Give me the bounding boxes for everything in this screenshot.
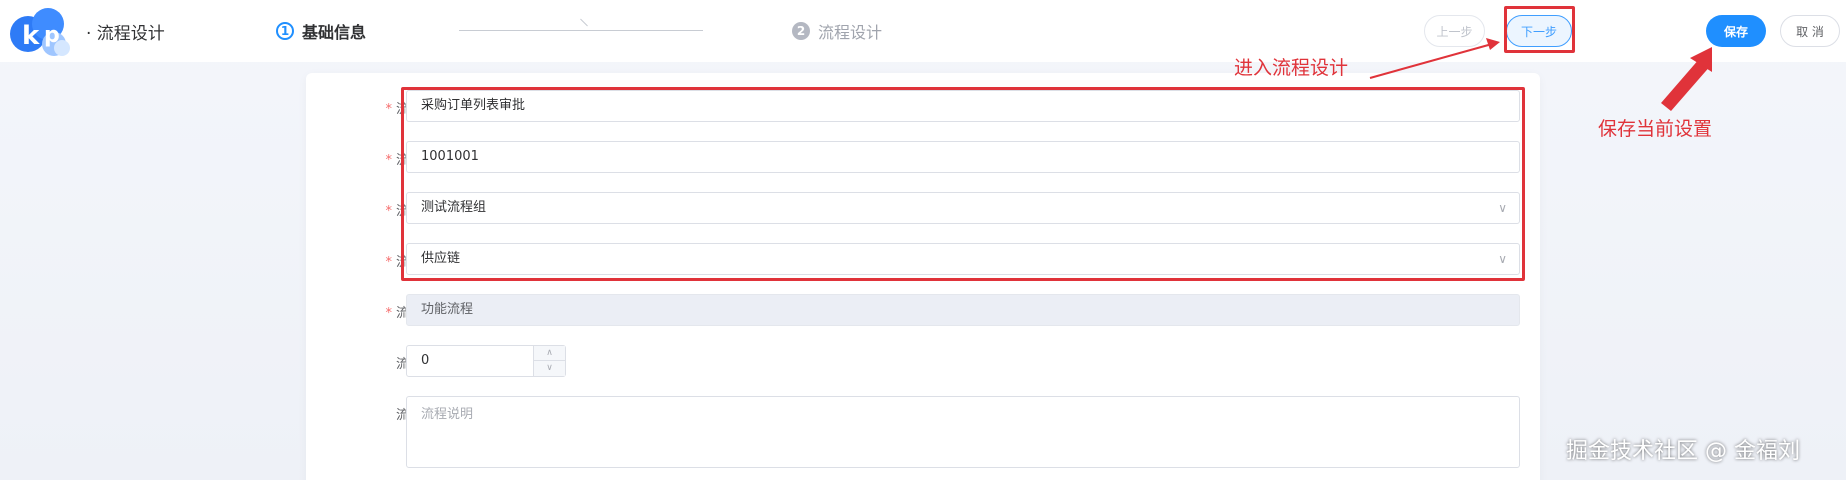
watermark-text: 掘金技术社区 @ 金福刘 xyxy=(1566,439,1800,464)
next-step-button[interactable]: 下一步 xyxy=(1506,15,1572,47)
step-connector xyxy=(459,30,703,31)
prev-step-button[interactable]: 上一步 xyxy=(1424,15,1485,47)
required-mark: * xyxy=(385,204,392,219)
form-row-category: *流程分类 供应链 ∨ xyxy=(306,243,1540,277)
form-card: *流程名称 采购订单列表审批 *流程编码 1001001 *流程分组 测试流程组… xyxy=(306,73,1540,480)
stepper-value: 0 xyxy=(421,353,430,368)
required-mark: * xyxy=(385,306,392,321)
chevron-up-icon[interactable]: ∧ xyxy=(534,346,565,361)
save-settings-annotation: 保存当前设置 xyxy=(1598,118,1713,140)
step-label: 基础信息 xyxy=(302,23,367,42)
save-button[interactable]: 保存 xyxy=(1706,15,1766,47)
form-row-code: *流程编码 1001001 xyxy=(306,141,1540,175)
step-basic-info[interactable]: 1 基础信息 xyxy=(276,19,366,43)
flow-type-input: 功能流程 xyxy=(406,294,1520,326)
form-row-name: *流程名称 采购订单列表审批 xyxy=(306,90,1540,124)
stepper-controls: ∧ ∨ xyxy=(533,346,565,376)
select-value: 测试流程组 xyxy=(421,200,487,215)
required-mark: * xyxy=(385,153,392,168)
step-number: 2 xyxy=(792,22,810,40)
form-row-sort: 流程排序 0 ∧ ∨ xyxy=(306,345,1540,379)
chevron-down-icon: ∨ xyxy=(1498,252,1507,266)
enter-design-annotation: 进入流程设计 xyxy=(1234,57,1349,79)
required-mark: * xyxy=(385,102,392,117)
flow-group-select[interactable]: 测试流程组 ∨ xyxy=(406,192,1520,224)
svg-text:p: p xyxy=(44,23,60,48)
flow-category-select[interactable]: 供应链 ∨ xyxy=(406,243,1520,275)
chevron-down-icon[interactable]: ∨ xyxy=(534,361,565,376)
sort-order-stepper[interactable]: 0 ∧ ∨ xyxy=(406,345,566,377)
step-number: 1 xyxy=(276,22,294,40)
select-value: 供应链 xyxy=(421,251,461,266)
cancel-button[interactable]: 取 消 xyxy=(1780,15,1840,47)
form-row-type: *流程类型 功能流程 xyxy=(306,294,1540,328)
chevron-down-icon: ∨ xyxy=(1498,201,1507,215)
form-row-description: 流程说明 流程说明 xyxy=(306,396,1540,470)
step-connector-tick xyxy=(580,18,588,27)
step-flow-design[interactable]: 2 流程设计 xyxy=(792,19,882,43)
app-title: · 流程设计 xyxy=(86,24,165,44)
svg-text:k: k xyxy=(22,21,40,51)
top-header: k p · 流程设计 1 基础信息 2 流程设计 上一步 下一步 保存 取 消 xyxy=(0,0,1846,62)
flow-code-input[interactable]: 1001001 xyxy=(406,141,1520,173)
step-label: 流程设计 xyxy=(818,23,883,42)
flow-name-input[interactable]: 采购订单列表审批 xyxy=(406,90,1520,122)
required-mark: * xyxy=(385,255,392,270)
logo-icon: k p xyxy=(10,8,70,56)
form-row-group: *流程分组 测试流程组 ∨ xyxy=(306,192,1540,226)
description-textarea[interactable]: 流程说明 xyxy=(406,396,1520,468)
